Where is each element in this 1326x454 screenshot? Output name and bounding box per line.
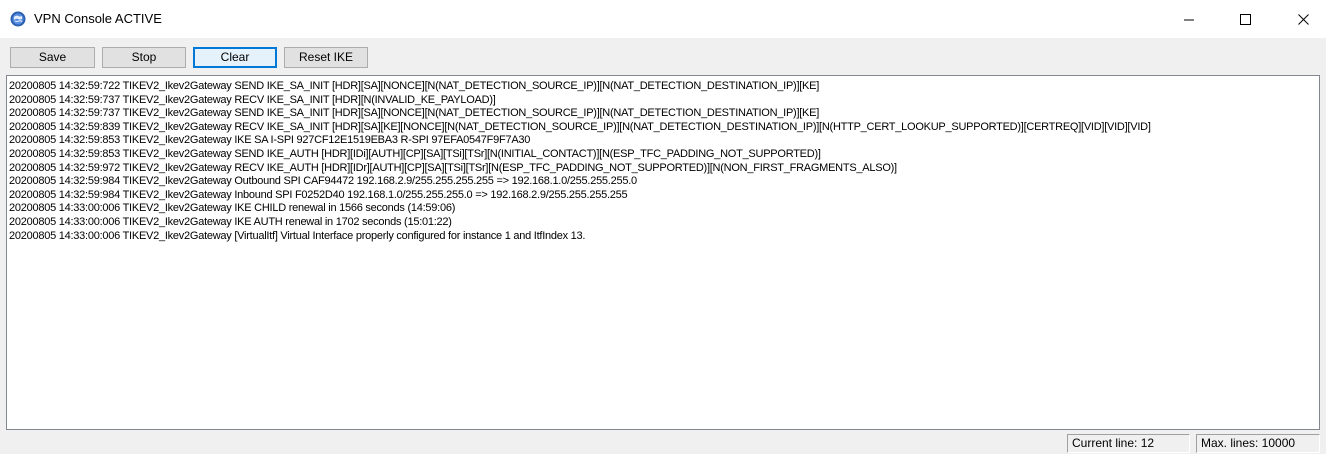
- clear-button[interactable]: Clear: [193, 47, 277, 68]
- log-line: 20200805 14:32:59:853 TIKEV2_Ikev2Gatewa…: [9, 134, 531, 147]
- log-line: 20200805 14:32:59:839 TIKEV2_Ikev2Gatewa…: [9, 120, 1151, 133]
- save-button[interactable]: Save: [10, 47, 95, 68]
- log-line: 20200805 14:32:59:972 TIKEV2_Ikev2Gatewa…: [9, 161, 897, 174]
- toolbar: Save Stop Clear Reset IKE: [0, 38, 1326, 74]
- log-line: 20200805 14:32:59:737 TIKEV2_Ikev2Gatewa…: [9, 93, 496, 106]
- close-icon: [1298, 14, 1309, 25]
- reset-ike-button[interactable]: Reset IKE: [284, 47, 368, 68]
- log-line: 20200805 14:32:59:722 TIKEV2_Ikev2Gatewa…: [9, 80, 820, 92]
- status-bar: Current line: 12 Max. lines: 10000: [0, 432, 1326, 454]
- log-output[interactable]: 20200805 14:32:59:722 TIKEV2_Ikev2Gatewa…: [6, 75, 1320, 430]
- current-line-status: Current line: 12: [1067, 434, 1190, 453]
- log-line: 20200805 14:33:00:006 TIKEV2_Ikev2Gatewa…: [9, 229, 586, 242]
- window-title: VPN Console ACTIVE: [34, 11, 162, 26]
- globe-shield-icon: [10, 11, 26, 27]
- log-line: 20200805 14:33:00:006 TIKEV2_Ikev2Gatewa…: [9, 202, 456, 215]
- log-line: 20200805 14:32:59:984 TIKEV2_Ikev2Gatewa…: [9, 188, 628, 201]
- maximize-icon: [1240, 14, 1251, 25]
- title-bar[interactable]: VPN Console ACTIVE: [0, 0, 1326, 38]
- minimize-icon: [1184, 19, 1194, 21]
- stop-button[interactable]: Stop: [102, 47, 186, 68]
- log-line: 20200805 14:32:59:737 TIKEV2_Ikev2Gatewa…: [9, 107, 820, 120]
- log-line: 20200805 14:32:59:984 TIKEV2_Ikev2Gatewa…: [9, 175, 637, 188]
- log-line: 20200805 14:33:00:006 TIKEV2_Ikev2Gatewa…: [9, 215, 452, 228]
- log-line: 20200805 14:32:59:853 TIKEV2_Ikev2Gatewa…: [9, 147, 821, 160]
- maximize-button[interactable]: [1222, 0, 1268, 38]
- minimize-button[interactable]: [1166, 0, 1212, 38]
- close-button[interactable]: [1280, 0, 1326, 38]
- max-lines-status: Max. lines: 10000: [1196, 434, 1320, 453]
- vpn-console-window: VPN Console ACTIVE Save Stop Clear Reset…: [0, 0, 1326, 454]
